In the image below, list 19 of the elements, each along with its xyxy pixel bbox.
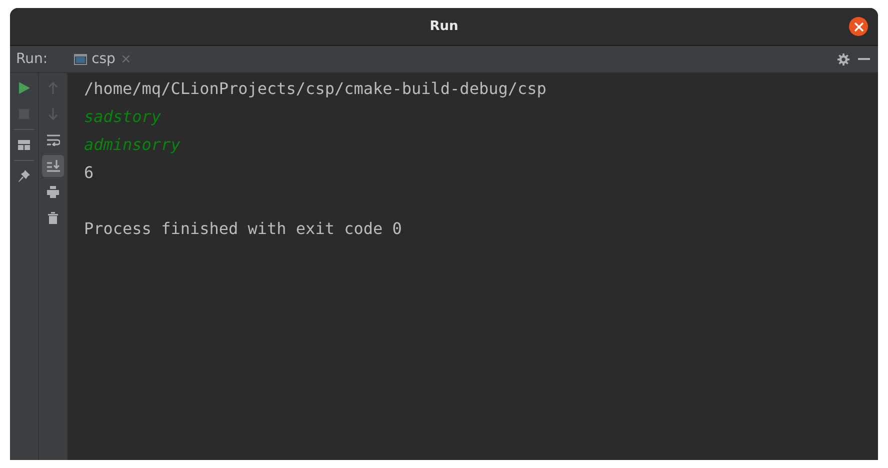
window-title: Run [430,19,458,34]
panel-label: Run: [16,51,48,67]
console-tab[interactable]: csp × [74,51,132,67]
input-line: sadstory [84,106,162,128]
settings-icon[interactable] [837,52,850,66]
soft-wrap-icon[interactable] [46,134,60,146]
pin-icon[interactable] [18,170,30,182]
output-line: 6 [84,162,95,184]
output-line: Process finished with exit code 0 [84,218,403,240]
input-line: adminsorry [84,134,182,156]
trash-icon[interactable] [48,212,58,224]
close-icon [854,22,864,32]
scroll-to-end-icon[interactable] [46,160,60,172]
layout-icon[interactable] [18,140,30,150]
output-line: /home/mq/CLionProjects/csp/cmake-build-debug/csp [84,78,548,100]
close-button[interactable] [849,17,868,36]
console-icon [74,54,87,64]
run-icon[interactable] [18,82,30,94]
printer-icon[interactable] [47,186,59,198]
